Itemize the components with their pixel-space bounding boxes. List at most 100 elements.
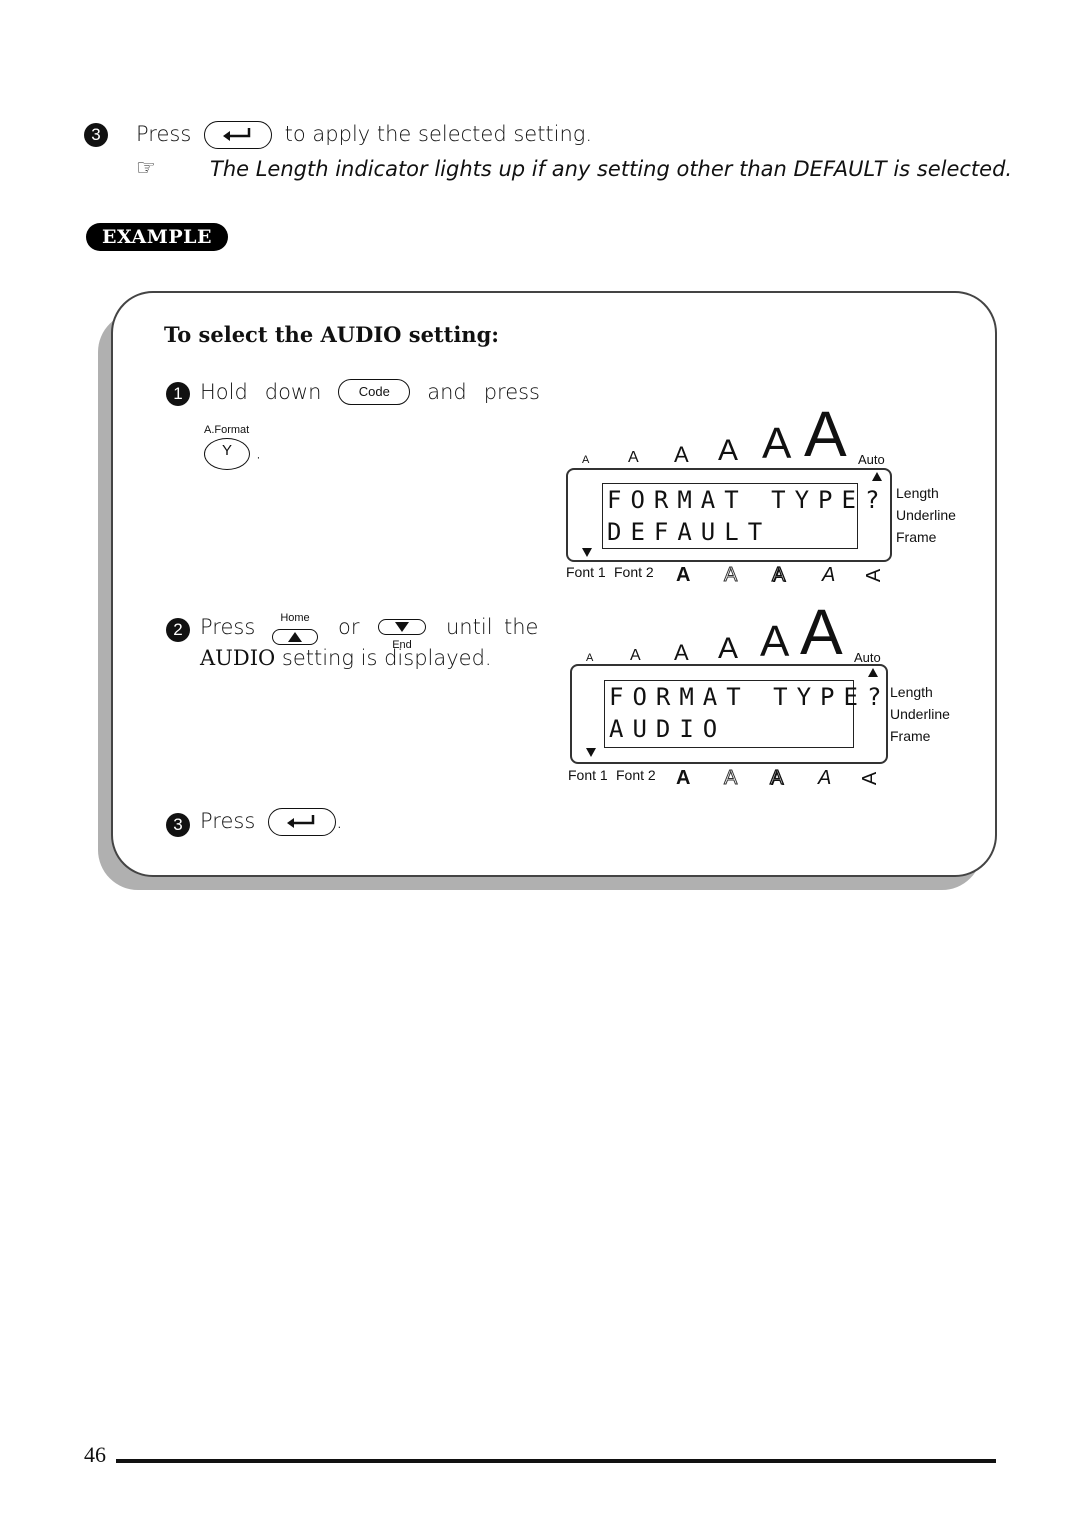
page-number: 46 [84, 1442, 106, 1467]
lcd-screen: FORMAT TYPE? DEFAULT [566, 468, 892, 562]
font-1-indicator: Font 1 [566, 564, 606, 580]
length-indicator: Length [890, 684, 933, 700]
size-indicator: A [674, 640, 689, 665]
step-3-intro-text: Press to apply the selected setting. [136, 121, 592, 149]
step-1-text: Hold down Code and press [200, 379, 540, 405]
step-word: Press [200, 615, 256, 639]
lcd-display-audio: A A A A A A Auto FORMAT TYPE? AUDIO Leng… [568, 600, 968, 790]
note-part: indicator lights up if any setting other… [328, 157, 794, 181]
period: . [335, 809, 343, 833]
example-badge: EXAMPLE [86, 223, 228, 251]
step-3-intro: 3 [84, 123, 108, 147]
size-indicator: A [718, 434, 739, 467]
font-1-indicator: Font 1 [568, 767, 608, 783]
step-word: Hold [200, 380, 248, 404]
length-indicator: Length [896, 485, 939, 501]
enter-key [203, 121, 272, 149]
enter-key [267, 808, 336, 836]
step-3-intro-rest: to apply the selected setting. [284, 122, 593, 146]
up-arrow-key [272, 629, 318, 645]
size-indicator-row: A A A A A A Auto [566, 402, 896, 468]
step-word: press [483, 380, 540, 404]
font-2-indicator: Font 2 [616, 767, 656, 783]
step-number-badge: 2 [166, 618, 190, 642]
font-2-indicator: Font 2 [614, 564, 654, 580]
note-text: The Length indicator lights up if any se… [210, 157, 1012, 181]
size-indicator: A [628, 449, 639, 466]
up-triangle-icon [868, 668, 878, 677]
down-triangle-icon [395, 622, 409, 632]
step-2-badge: 2 [166, 618, 190, 642]
press-label: Press [136, 122, 192, 146]
size-indicator: A [804, 398, 847, 470]
size-indicator: A [630, 647, 641, 664]
enter-arrow-icon [222, 128, 251, 141]
home-key-wrap: Home [272, 612, 318, 648]
step-2-line-2: AUDIO setting is displayed. [200, 646, 492, 670]
y-key: Y [204, 438, 250, 470]
step-number-badge: 3 [166, 813, 190, 837]
note-bold-length: Length [255, 157, 329, 181]
press-label: Press [200, 809, 256, 833]
down-triangle-icon [582, 548, 592, 557]
vertical-style-icon: A [863, 568, 886, 583]
vertical-style-icon: A [859, 771, 882, 786]
side-labels: Length Underline Frame [890, 681, 950, 747]
note-part: The [210, 157, 256, 181]
enter-arrow-icon [286, 815, 315, 828]
font-style-row: Font 1 Font 2 A A A A A [566, 563, 896, 590]
font-style-row: Font 1 Font 2 A A A A A [568, 766, 898, 793]
lcd-screen: FORMAT TYPE? AUDIO [570, 664, 888, 764]
down-arrow-key [378, 619, 426, 635]
side-labels: Length Underline Frame [896, 482, 956, 548]
lcd-line-2: DEFAULT [607, 518, 772, 546]
footer-rule [116, 1459, 996, 1463]
size-indicator: A [582, 454, 590, 466]
step-number-badge: 1 [166, 382, 190, 406]
step-word: until [446, 615, 493, 639]
audio-bold: AUDIO [200, 646, 276, 670]
lcd-line-2: AUDIO [609, 715, 727, 743]
italic-style-icon: A [822, 564, 836, 586]
size-indicator-row: A A A A A A Auto [568, 600, 898, 666]
y-key-wrap: Y . [204, 438, 262, 470]
step-3-text: Press . [200, 808, 343, 836]
code-key: Code [338, 379, 411, 405]
lcd-text-area: FORMAT TYPE? DEFAULT [602, 483, 889, 549]
lcd-line-1: FORMAT TYPE? [607, 486, 889, 514]
bold-style-icon: A [676, 564, 691, 586]
note-part: is selected. [886, 157, 1013, 181]
example-heading: To select the AUDIO setting: [164, 322, 500, 347]
underline-indicator: Underline [890, 706, 950, 722]
size-indicator: A [800, 596, 843, 668]
home-label: Home [280, 612, 310, 624]
step-word: down [264, 380, 322, 404]
note-bold-default: DEFAULT [793, 157, 887, 181]
auto-indicator: Auto [858, 452, 885, 467]
step-1-badge: 1 [166, 382, 190, 406]
pointing-hand-icon: ☞ [136, 156, 156, 181]
shadow-style-icon: A [769, 766, 784, 789]
up-triangle-icon [872, 472, 882, 481]
shadow-style-icon: A [771, 563, 786, 586]
step-word: and [427, 380, 467, 404]
lcd-display-default: A A A A A A Auto FORMAT TYPE? DEFAULT Le… [566, 402, 966, 590]
step-word: or [338, 615, 360, 639]
step-word: the [504, 615, 539, 639]
size-indicator: A [762, 419, 792, 468]
lcd-line-1: FORMAT TYPE? [609, 683, 891, 711]
step-3-badge: 3 [166, 813, 190, 837]
outline-style-icon: A [723, 564, 738, 587]
size-indicator: A [586, 652, 594, 664]
size-indicator: A [760, 617, 790, 666]
underline-indicator: Underline [896, 507, 956, 523]
down-triangle-icon [586, 748, 596, 757]
up-triangle-icon [288, 632, 302, 642]
step-number-badge: 3 [84, 123, 108, 147]
period: . [255, 439, 262, 464]
outline-style-icon: A [723, 767, 738, 790]
size-indicator: A [674, 442, 689, 467]
step-2-rest: setting is displayed. [275, 646, 492, 670]
size-indicator: A [718, 632, 739, 665]
a-format-label: A.Format [204, 424, 250, 436]
